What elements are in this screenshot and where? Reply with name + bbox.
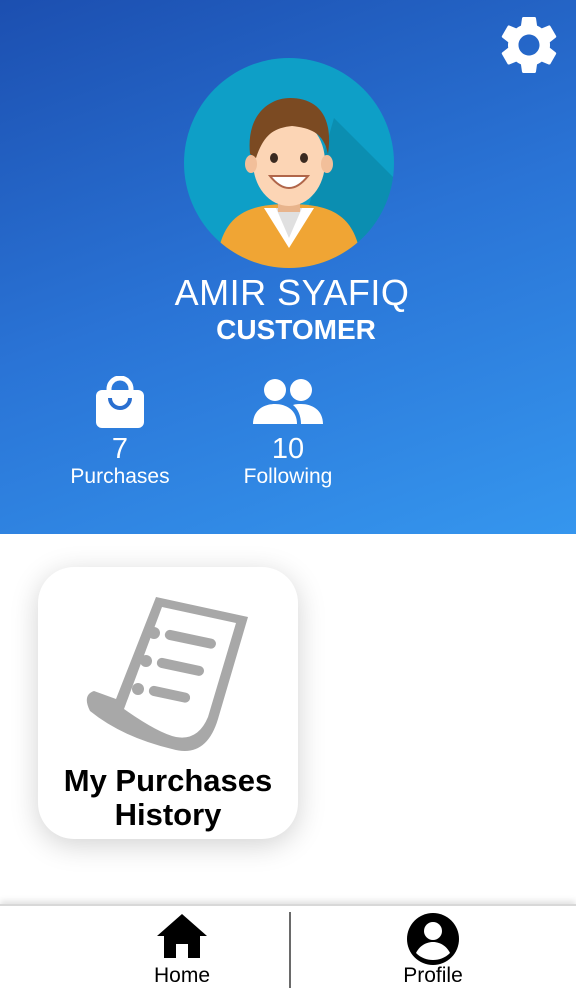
profile-header: AMIR SYAFIQ CUSTOMER 7 Purchases 10 Foll…	[0, 0, 576, 534]
account-circle-icon	[407, 913, 459, 965]
nav-home-label: Home	[153, 964, 211, 987]
gear-icon[interactable]	[494, 10, 564, 80]
user-name: AMIR SYAFIQ	[174, 272, 410, 313]
stat-purchases[interactable]: 7 Purchases	[35, 376, 205, 490]
nav-profile[interactable]: Profile	[373, 912, 493, 987]
purchases-history-line2: History	[114, 797, 222, 832]
purchases-count: 7	[111, 433, 129, 465]
nav-divider	[289, 912, 291, 988]
avatar	[184, 58, 394, 268]
home-icon	[157, 914, 207, 958]
purchases-label: Purchases	[70, 465, 170, 488]
nav-profile-label: Profile	[403, 964, 463, 987]
following-label: Following	[243, 465, 333, 488]
bottom-nav: Home Profile	[0, 904, 576, 989]
following-count: 10	[271, 433, 305, 465]
user-role: CUSTOMER	[216, 314, 376, 345]
purchases-history-line1: My Purchases	[63, 763, 273, 798]
stat-following[interactable]: 10 Following	[203, 376, 373, 490]
shopping-bag-icon	[96, 376, 144, 428]
purchases-history-card[interactable]: My Purchases History	[38, 567, 298, 839]
receipt-icon	[86, 597, 248, 751]
nav-home[interactable]: Home	[122, 912, 242, 987]
purchases-history-title: My Purchases History	[38, 764, 298, 832]
people-icon	[253, 379, 323, 424]
avatar-icon	[216, 98, 394, 268]
